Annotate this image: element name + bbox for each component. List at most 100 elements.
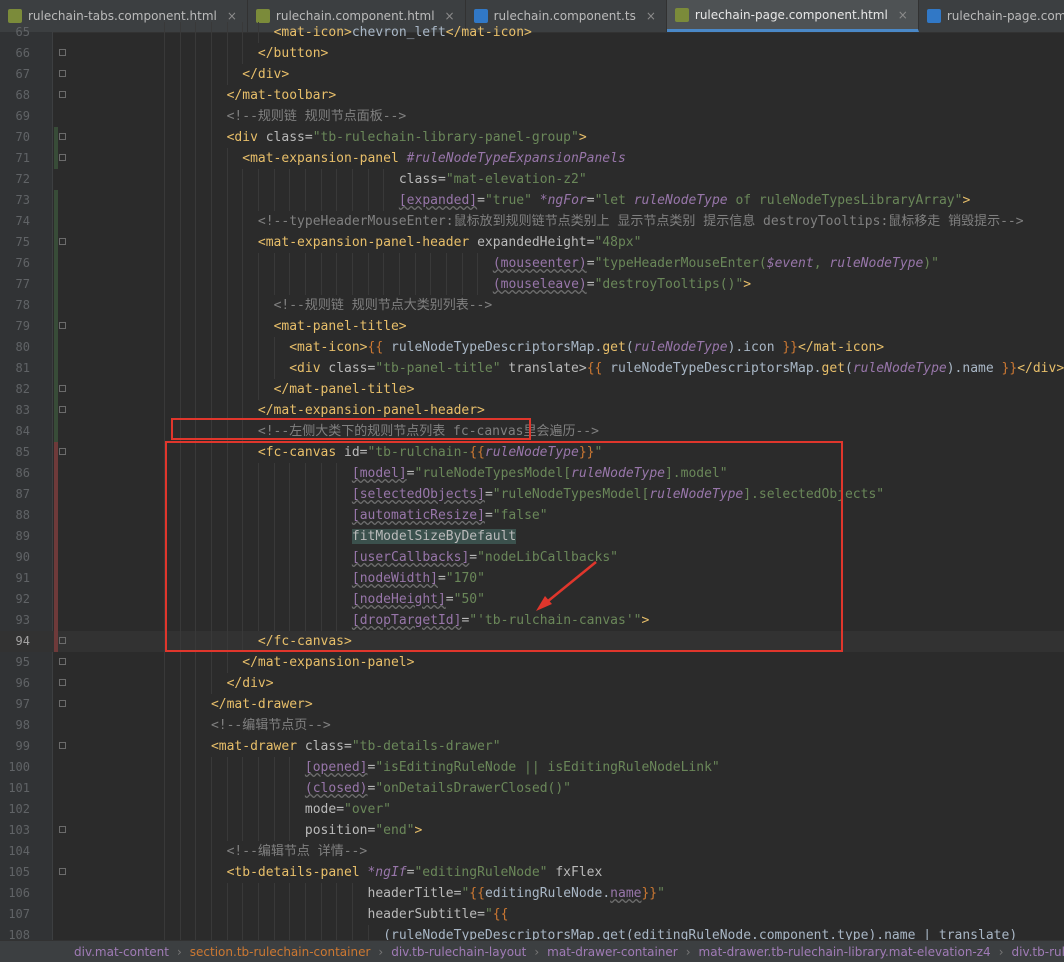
code-line[interactable]: 95 </mat-expansion-panel> [0,652,1064,673]
line-number: 101 [8,781,30,795]
fold-icon[interactable] [59,637,66,644]
close-icon[interactable]: × [445,9,455,23]
indent-guide [336,190,338,211]
code-line[interactable]: 78 <!--规则链 规则节点大类别列表--> [0,295,1064,316]
indent-guide [242,757,244,778]
html-file-icon [674,7,689,22]
line-number: 66 [15,46,30,60]
indent-guide [163,22,165,43]
code-line[interactable]: 79 <mat-panel-title> [0,316,1064,337]
code-line[interactable]: 106 headerTitle= " {{editingRuleNode.name}}… [0,883,1064,904]
code-token: chevron_left [351,25,446,40]
code-line[interactable]: 105 <tb-details-panel *ngIf="editingRuleN… [0,862,1064,883]
indent-guide [336,274,338,295]
fold-icon[interactable] [59,679,66,686]
tab-label: rulechain.component.html [275,9,435,23]
code-line[interactable]: 66 </button> [0,43,1064,64]
indent-guide [179,106,181,127]
breadcrumb-item[interactable]: section.tb-rulechain-container [190,945,371,959]
code-token: ruleNodeType [829,256,924,271]
code-line[interactable]: 73 [expanded]="true" *ngFor="let ruleNode… [0,190,1064,211]
fold-icon[interactable] [59,133,66,140]
indent-guide [210,295,212,316]
breadcrumb-item[interactable]: div.mat-content [74,945,169,959]
code-line[interactable]: 98 <!--编辑节点页--> [0,715,1064,736]
indent-guide [179,190,181,211]
indent-guide [304,904,306,925]
indent-guide [210,841,212,862]
close-icon[interactable]: × [646,9,656,23]
code-line[interactable]: 72 class="mat-elevation-z2" [0,169,1064,190]
code-line[interactable]: 80 <mat-icon>{{ ruleNodeTypeDescriptorsMa… [0,337,1064,358]
indent-guide [320,274,322,295]
fold-icon[interactable] [59,700,66,707]
fold-icon[interactable] [59,70,66,77]
code-line[interactable]: 83 </mat-expansion-panel-header> [0,400,1064,421]
code-line[interactable]: 70 <div class="tb-rulechain-library-panel… [0,127,1064,148]
line-number: 79 [15,319,30,333]
indent-guide [351,169,353,190]
indent-guide [195,757,197,778]
code-token: editingRuleNode. [484,886,611,901]
breadcrumb-item[interactable]: mat-drawer.tb-rulechain-library.mat-elev… [699,945,991,959]
code-line[interactable]: 103 position="end"> [0,820,1064,841]
code-line[interactable]: 99 <mat-drawer class="tb-details-drawer" [0,736,1064,757]
fold-icon[interactable] [59,49,66,56]
breadcrumb-item[interactable]: div.tb-rulechai [1012,945,1064,959]
code-text: <!--规则链 规则节点大类别列表--> [274,295,493,316]
indent-guide [226,253,228,274]
code-line[interactable]: 96 </div> [0,673,1064,694]
code-token: "onDetailsDrawerClosed()" [375,781,572,796]
fold-icon[interactable] [59,742,66,749]
tab-label: rulechain-page.component.html [694,7,888,22]
code-line[interactable]: 84 <!--左侧大类下的规则节点列表 fc-canvas里会遍历--> [0,421,1064,442]
code-line[interactable]: 82 </mat-panel-title> [0,379,1064,400]
code-token: " [657,886,665,901]
code-line[interactable]: 67 </div> [0,64,1064,85]
fold-icon[interactable] [59,322,66,329]
code-line[interactable]: 74 <!--typeHeaderMouseEnter:鼠标放到规则链节点类别上 … [0,211,1064,232]
code-text: <div class="tb-panel-title" translate>{{… [289,358,1064,379]
indent-guide [257,904,259,925]
breadcrumb-item[interactable]: mat-drawer-container [547,945,678,959]
code-token: "over" [344,802,391,817]
close-icon[interactable]: × [898,8,908,22]
code-line[interactable]: 102 mode="over" [0,799,1064,820]
code-line[interactable]: 65 <mat-icon>chevron_left</mat-icon> [0,22,1064,43]
code-line[interactable]: 68 </mat-toolbar> [0,85,1064,106]
close-icon[interactable]: × [227,9,237,23]
indent-guide [163,421,165,442]
line-number: 67 [15,67,30,81]
fold-icon[interactable] [59,385,66,392]
code-token: </button> [257,46,329,61]
indent-guide [320,253,322,274]
code-line[interactable]: 104 <!--编辑节点 详情--> [0,841,1064,862]
indent-guide [163,127,165,148]
code-line[interactable]: 69 <!--规则链 规则节点面板--> [0,106,1064,127]
indent-guide [210,778,212,799]
fold-icon[interactable] [59,406,66,413]
code-line[interactable]: 81 <div class="tb-panel-title" translate>… [0,358,1064,379]
fold-icon[interactable] [59,826,66,833]
breadcrumb-item[interactable]: div.tb-rulechain-layout [391,945,526,959]
fold-icon[interactable] [59,154,66,161]
indent-guide [195,652,197,673]
indent-guide [210,148,212,169]
indent-guide [242,43,244,64]
fold-icon[interactable] [59,868,66,875]
code-line[interactable]: 107 headerSubtitle="{{ [0,904,1064,925]
code-line[interactable]: 76 (mouseenter)="typeHeaderMouseEnter($ev… [0,253,1064,274]
indent-guide [226,757,228,778]
indent-guide [195,820,197,841]
fold-icon[interactable] [59,91,66,98]
code-line[interactable]: 77 (mouseleave)="destroyTooltips()"> [0,274,1064,295]
fold-icon[interactable] [59,238,66,245]
code-line[interactable]: 101 (closed)="onDetailsDrawerClosed()" [0,778,1064,799]
code-line[interactable]: 97 </mat-drawer> [0,694,1064,715]
fold-icon[interactable] [59,658,66,665]
code-line[interactable]: 100 [opened]="isEditingRuleNode || isEdit… [0,757,1064,778]
fold-icon[interactable] [59,448,66,455]
code-line[interactable]: 75 <mat-expansion-panel-header expandedHe… [0,232,1064,253]
indent-guide [289,169,291,190]
code-line[interactable]: 71 <mat-expansion-panel #ruleNodeTypeExpa… [0,148,1064,169]
